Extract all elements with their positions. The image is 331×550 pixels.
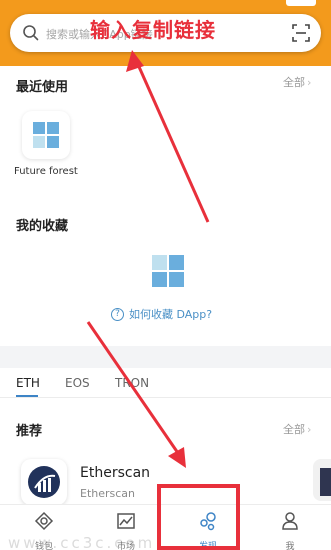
discover-icon	[200, 512, 216, 531]
chevron-right-icon: ›	[307, 423, 312, 436]
nav-discover-label: 发现	[198, 542, 217, 550]
nav-profile-label: 我	[285, 542, 295, 550]
recommended-see-all-link[interactable]: 全部 ›	[283, 421, 311, 437]
active-tab-indicator	[16, 395, 38, 397]
nav-discover[interactable]: 发现	[188, 511, 228, 550]
chart-icon	[117, 513, 135, 529]
how-to-favorite-link[interactable]: ? 如何收藏 DApp?	[111, 306, 212, 322]
watermark: www.cc3c.com	[8, 534, 156, 550]
search-icon	[23, 25, 39, 41]
recent-see-all-label: 全部	[283, 76, 305, 89]
next-dapp-icon	[320, 468, 331, 496]
nav-profile[interactable]: 我	[270, 511, 310, 550]
profile-icon	[282, 512, 298, 530]
section-divider	[0, 346, 331, 368]
help-icon: ?	[111, 307, 124, 321]
dapp-name[interactable]: Etherscan	[80, 465, 150, 481]
etherscan-icon[interactable]	[21, 459, 67, 505]
dapp-subtitle: Etherscan	[80, 487, 136, 500]
recommended-title: 推荐	[16, 424, 43, 439]
recommended-see-all-label: 全部	[283, 423, 305, 436]
chevron-right-icon: ›	[307, 76, 312, 89]
favorites-title: 我的收藏	[16, 219, 69, 234]
recent-app-name: Future forest	[14, 166, 78, 177]
recent-title: 最近使用	[16, 80, 69, 95]
chain-tabs: ETH EOS TRON	[0, 368, 331, 398]
annotation-label: 输入复制链接	[90, 18, 216, 42]
recent-app-tile[interactable]	[22, 111, 70, 159]
tab-tron[interactable]: TRON	[115, 376, 149, 390]
wallet-icon	[34, 511, 54, 531]
header-decor	[286, 0, 316, 6]
tab-eth[interactable]: ETH	[16, 376, 40, 390]
scan-icon[interactable]	[292, 24, 310, 42]
recent-see-all-link[interactable]: 全部 ›	[283, 74, 311, 90]
dapp-placeholder-icon	[152, 255, 184, 287]
tab-eos[interactable]: EOS	[65, 376, 90, 390]
how-to-favorite-label: 如何收藏 DApp?	[129, 308, 213, 321]
future-forest-icon	[33, 122, 59, 148]
